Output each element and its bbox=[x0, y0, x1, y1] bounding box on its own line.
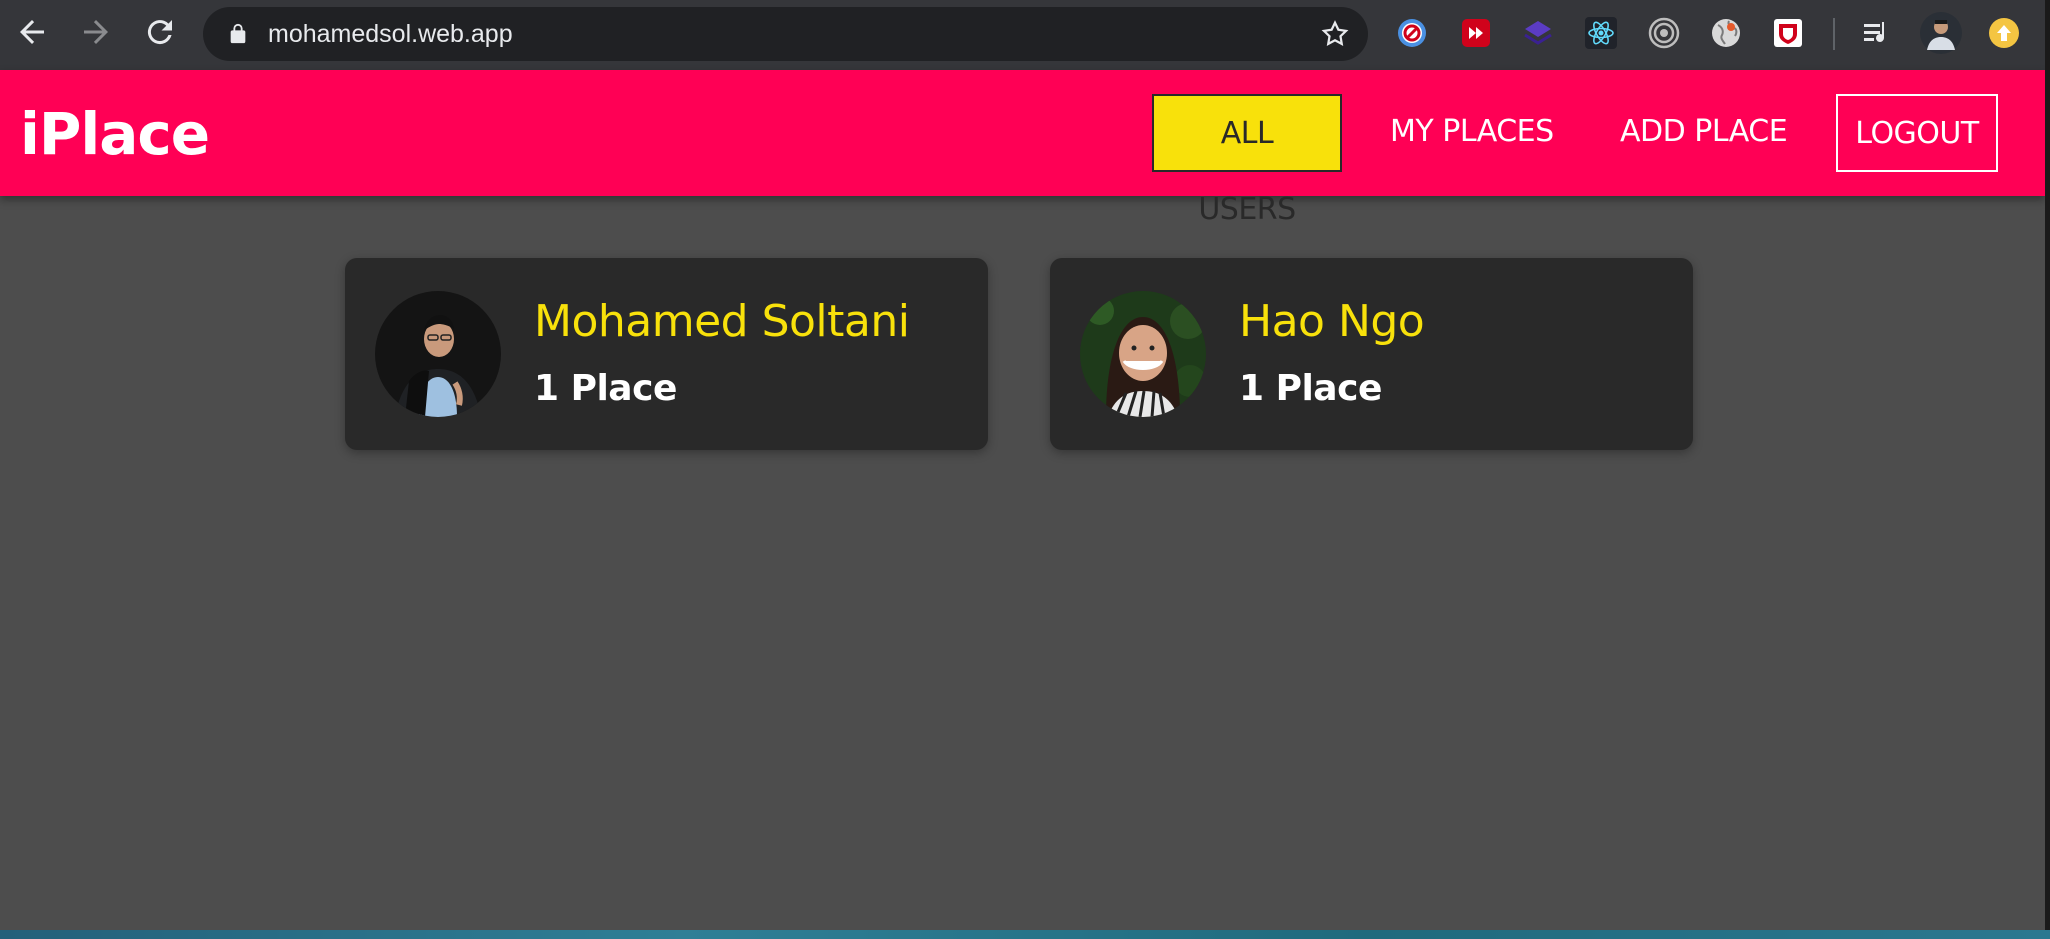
url-text[interactable]: mohamedsol.web.app bbox=[268, 20, 513, 49]
app-viewport: iPlace ALL USERS MY PLACES ADD PLACE LOG… bbox=[0, 70, 2045, 930]
browser-toolbar: mohamedsol.web.app bbox=[0, 0, 2050, 70]
avatar bbox=[375, 291, 501, 417]
user-card[interactable]: Mohamed Soltani 1 Place bbox=[345, 258, 988, 450]
address-bar[interactable]: mohamedsol.web.app bbox=[203, 7, 1368, 61]
back-arrow-icon[interactable] bbox=[14, 14, 50, 50]
forward-arrow-icon[interactable] bbox=[78, 14, 114, 50]
reload-icon[interactable] bbox=[142, 14, 178, 50]
user-place-count: 1 Place bbox=[1239, 368, 1382, 409]
nav-all-users[interactable]: ALL USERS bbox=[1152, 94, 1342, 227]
user-place-count: 1 Place bbox=[534, 368, 677, 409]
media-queue-icon[interactable] bbox=[1860, 16, 1894, 50]
bookmark-star-icon[interactable] bbox=[1320, 19, 1350, 49]
desktop-background bbox=[0, 930, 2050, 939]
blocker-extension-icon[interactable] bbox=[1395, 16, 1429, 50]
media-extension-icon[interactable] bbox=[1459, 16, 1493, 50]
main-header: iPlace ALL USERS MY PLACES ADD PLACE LOG… bbox=[0, 70, 2045, 227]
nav-add-place[interactable]: ADD PLACE bbox=[1604, 94, 1803, 172]
user-name[interactable]: Hao Ngo bbox=[1239, 296, 1425, 347]
toolbar-separator bbox=[1833, 18, 1835, 50]
app-logo[interactable]: iPlace bbox=[20, 100, 210, 168]
globe-extension-icon[interactable] bbox=[1709, 16, 1743, 50]
user-name[interactable]: Mohamed Soltani bbox=[534, 296, 910, 347]
profile-avatar[interactable] bbox=[1920, 12, 1962, 54]
layers-extension-icon[interactable] bbox=[1521, 16, 1555, 50]
target-extension-icon[interactable] bbox=[1647, 16, 1681, 50]
lock-icon bbox=[227, 23, 249, 45]
update-icon[interactable] bbox=[1987, 16, 2021, 50]
react-devtools-icon[interactable] bbox=[1584, 16, 1618, 50]
nav-my-places[interactable]: MY PLACES bbox=[1374, 94, 1570, 172]
window-edge bbox=[2045, 0, 2050, 939]
logout-button[interactable]: LOGOUT bbox=[1836, 94, 1998, 172]
user-card[interactable]: Hao Ngo 1 Place bbox=[1050, 258, 1693, 450]
shield-extension-icon[interactable] bbox=[1771, 16, 1805, 50]
avatar bbox=[1080, 291, 1206, 417]
